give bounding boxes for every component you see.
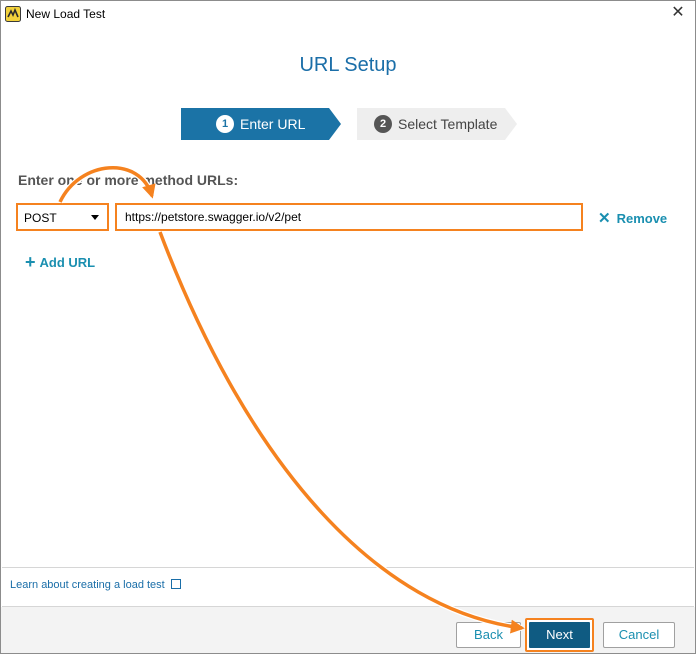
window-title: New Load Test (26, 7, 106, 21)
method-value: POST (24, 211, 57, 225)
step-label: Enter URL (240, 116, 306, 132)
next-button-label: Next (529, 622, 590, 648)
close-icon[interactable]: ✕ (669, 4, 687, 22)
step-number-badge: 1 (216, 115, 234, 133)
method-dropdown[interactable]: POST (16, 203, 109, 231)
step-enter-url: 1 Enter URL (181, 108, 341, 140)
learn-link-label: Learn about creating a load test (10, 579, 165, 591)
cancel-button[interactable]: Cancel (603, 622, 675, 648)
url-input[interactable] (115, 203, 583, 231)
external-link-icon (170, 579, 181, 589)
step-number-badge: 2 (374, 115, 392, 133)
add-url-label: Add URL (39, 255, 96, 270)
remove-label: Remove (616, 211, 668, 226)
footer-bar: Back Next Cancel (1, 607, 695, 653)
add-url-button[interactable]: + Add URL (25, 251, 95, 272)
dialog-window: New Load Test ✕ URL Setup 1 Enter URL 2 … (0, 0, 696, 654)
plus-icon: + (25, 252, 36, 272)
app-icon (5, 6, 21, 22)
page-title: URL Setup (299, 54, 397, 76)
title-bar: New Load Test ✕ (1, 1, 695, 27)
chevron-down-icon (91, 215, 99, 220)
close-icon: ✕ (598, 210, 611, 227)
back-button[interactable]: Back (456, 622, 521, 648)
divider (2, 567, 694, 568)
method-urls-prompt: Enter one or more method URLs: (18, 172, 239, 188)
remove-url-button[interactable]: ✕ Remove (598, 209, 667, 227)
step-label: Select Template (398, 116, 498, 132)
learn-link[interactable]: Learn about creating a load test (10, 578, 181, 591)
step-select-template: 2 Select Template (357, 108, 517, 140)
next-button[interactable]: Next (525, 618, 594, 652)
